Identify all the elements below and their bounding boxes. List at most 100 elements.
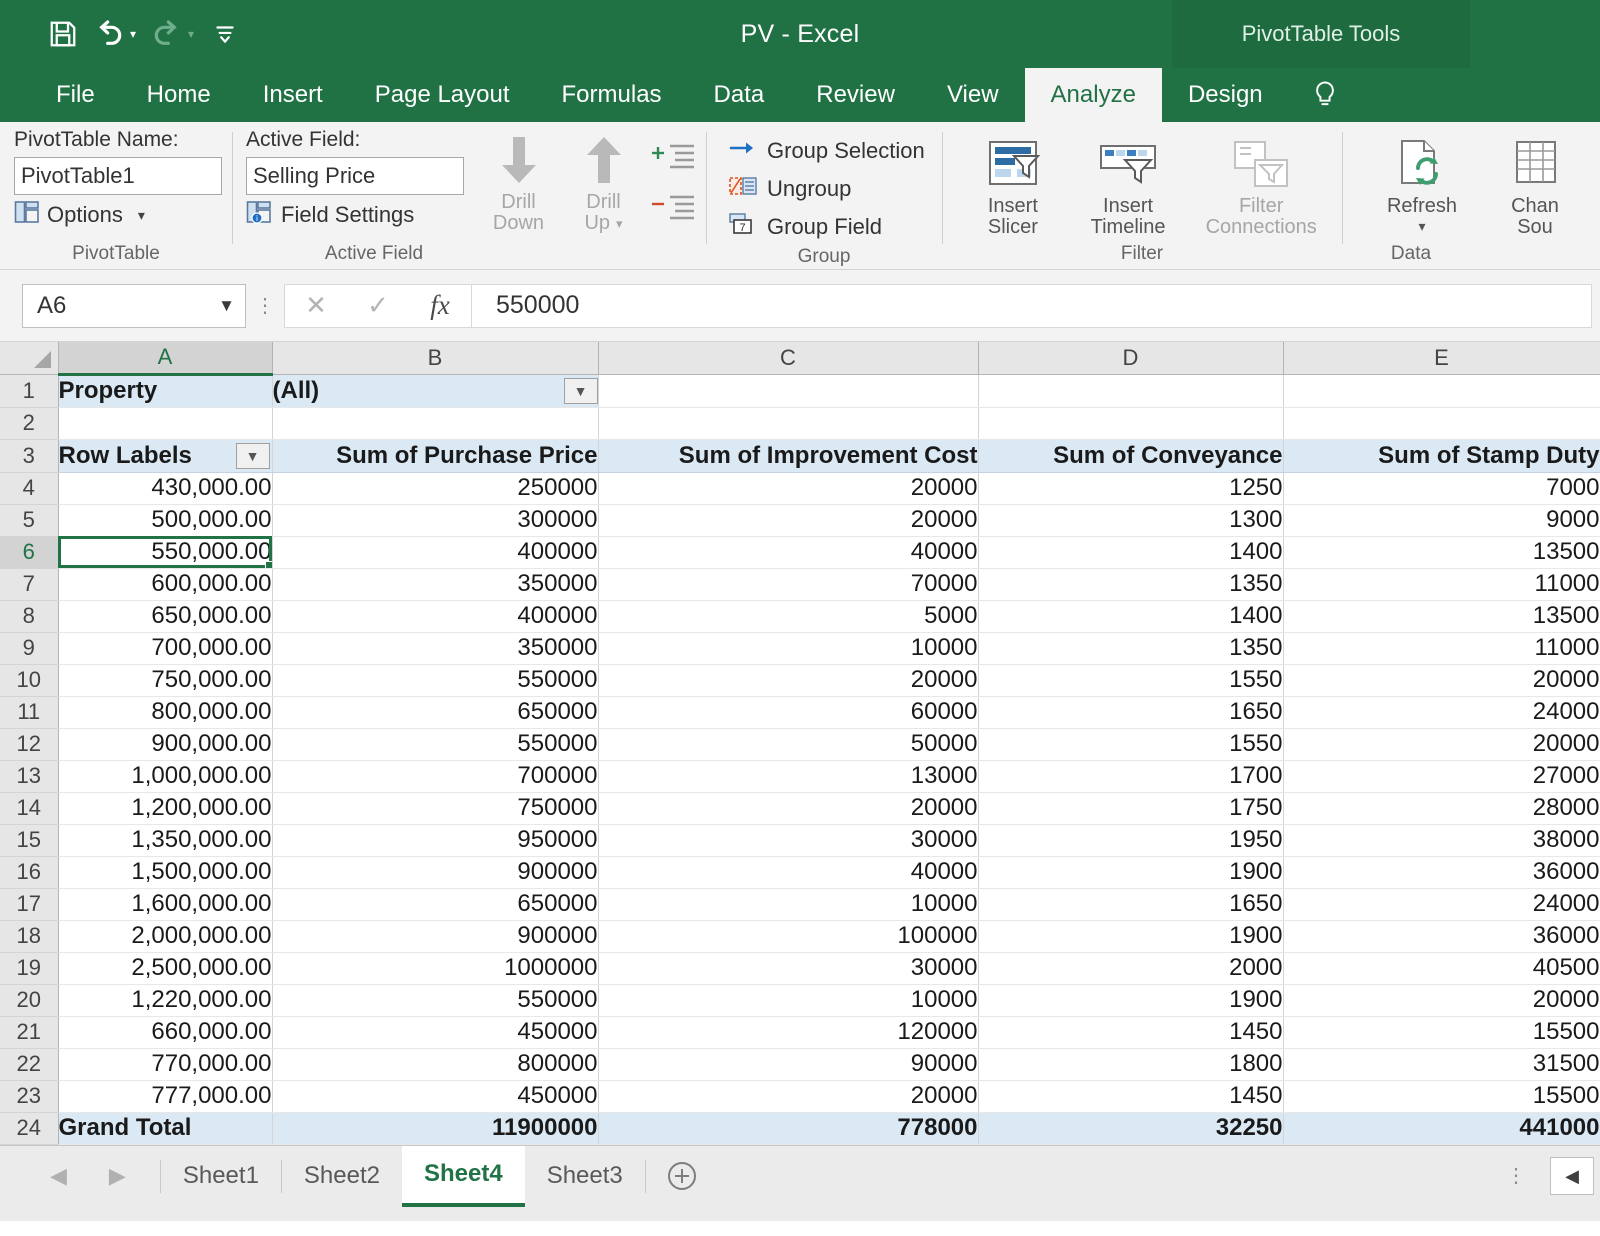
refresh-button[interactable]: Refresh ▾ — [1364, 132, 1480, 243]
cell-improvement-cost[interactable]: 10000 — [598, 632, 979, 665]
cell-row-label[interactable]: 777,000.00 — [58, 1080, 273, 1113]
cell-stamp-duty[interactable]: 13500 — [1283, 536, 1600, 569]
cell-stamp-duty[interactable]: 24000 — [1283, 696, 1600, 729]
cell-improvement-cost[interactable]: 5000 — [598, 600, 979, 633]
cell-row-label[interactable]: 1,350,000.00 — [58, 824, 273, 857]
cell-e1[interactable] — [1283, 374, 1600, 408]
column-header-d[interactable]: D — [978, 342, 1284, 375]
cell-row-label[interactable]: 1,500,000.00 — [58, 856, 273, 889]
cell-stamp-duty[interactable]: 15500 — [1283, 1080, 1600, 1113]
row-header-20[interactable]: 20 — [0, 984, 59, 1017]
cell-stamp-duty[interactable]: 36000 — [1283, 920, 1600, 953]
cell-conveyance[interactable]: 1650 — [978, 696, 1284, 729]
undo-icon[interactable] — [88, 13, 130, 55]
refresh-dropdown-caret[interactable]: ▾ — [1418, 219, 1425, 234]
row-header-21[interactable]: 21 — [0, 1016, 59, 1049]
cell-row-label[interactable]: 660,000.00 — [58, 1016, 273, 1049]
tab-review[interactable]: Review — [790, 68, 921, 122]
row-header-19[interactable]: 19 — [0, 952, 59, 985]
close-icon[interactable]: ✕ — [285, 290, 347, 321]
cell-improvement-cost[interactable]: 70000 — [598, 568, 979, 601]
cell-stamp-duty[interactable]: 40500 — [1283, 952, 1600, 985]
row-header-23[interactable]: 23 — [0, 1080, 59, 1113]
cell-row-label[interactable]: 900,000.00 — [58, 728, 273, 761]
cell-improvement-cost[interactable]: 20000 — [598, 792, 979, 825]
cell-row-label-selected[interactable]: 550,000.00 — [58, 536, 273, 569]
cell-conveyance[interactable]: 1400 — [978, 600, 1284, 633]
cell-improvement-cost[interactable]: 40000 — [598, 856, 979, 889]
cell-stamp-duty[interactable]: 36000 — [1283, 856, 1600, 889]
tab-analyze[interactable]: Analyze — [1024, 68, 1162, 122]
cell-stamp-duty[interactable]: 13500 — [1283, 600, 1600, 633]
row-header-18[interactable]: 18 — [0, 920, 59, 953]
insert-slicer-button[interactable]: Insert Slicer — [960, 132, 1066, 243]
cell-improvement-cost[interactable]: 20000 — [598, 1080, 979, 1113]
cell-e3-header[interactable]: Sum of Stamp Duty — [1283, 439, 1600, 473]
cell-stamp-duty[interactable]: 31500 — [1283, 1048, 1600, 1081]
cell-row-label[interactable]: 500,000.00 — [58, 504, 273, 537]
sheet-tab-sheet3[interactable]: Sheet3 — [525, 1146, 645, 1207]
group-field-button[interactable]: 7 Group Field — [728, 208, 932, 246]
collapse-field-icon[interactable] — [650, 193, 696, 230]
cell-purchase-price[interactable]: 650000 — [272, 888, 599, 921]
cell-conveyance[interactable]: 1450 — [978, 1080, 1284, 1113]
cell-conveyance[interactable]: 1900 — [978, 856, 1284, 889]
cell-b2[interactable] — [272, 407, 599, 440]
cell-d2[interactable] — [978, 407, 1284, 440]
undo-dropdown-caret[interactable]: ▾ — [130, 28, 136, 40]
save-icon[interactable] — [42, 13, 84, 55]
lightbulb-icon[interactable] — [1297, 68, 1353, 122]
cell-d3-header[interactable]: Sum of Conveyance — [978, 439, 1284, 473]
cell-conveyance[interactable]: 1250 — [978, 472, 1284, 505]
customize-qat-icon[interactable] — [204, 13, 246, 55]
cell-row-label[interactable]: 1,220,000.00 — [58, 984, 273, 1017]
active-field-input[interactable]: Selling Price — [246, 157, 464, 195]
cell-grand-total-stamp[interactable]: 441000 — [1283, 1111, 1600, 1145]
cell-conveyance[interactable]: 1900 — [978, 984, 1284, 1017]
plus-circle-icon[interactable] — [646, 1146, 718, 1207]
row-header-15[interactable]: 15 — [0, 824, 59, 857]
pivottable-name-input[interactable]: PivotTable1 — [14, 157, 222, 195]
cell-a2[interactable] — [58, 407, 273, 440]
row-header-5[interactable]: 5 — [0, 504, 59, 537]
row-header-14[interactable]: 14 — [0, 792, 59, 825]
cell-conveyance[interactable]: 1900 — [978, 920, 1284, 953]
cell-purchase-price[interactable]: 900000 — [272, 856, 599, 889]
cell-conveyance[interactable]: 1700 — [978, 760, 1284, 793]
triangle-left-icon[interactable]: ◀ — [1550, 1157, 1594, 1195]
cell-conveyance[interactable]: 1350 — [978, 632, 1284, 665]
cell-improvement-cost[interactable]: 40000 — [598, 536, 979, 569]
cell-c1[interactable] — [598, 374, 979, 408]
cell-row-label[interactable]: 770,000.00 — [58, 1048, 273, 1081]
cell-d1[interactable] — [978, 374, 1284, 408]
cell-purchase-price[interactable]: 450000 — [272, 1080, 599, 1113]
column-header-c[interactable]: C — [598, 342, 979, 375]
row-header-11[interactable]: 11 — [0, 696, 59, 729]
column-header-a[interactable]: A — [58, 342, 273, 376]
change-data-source-button[interactable]: Chan Sou — [1480, 132, 1590, 243]
cell-conveyance[interactable]: 1400 — [978, 536, 1284, 569]
cell-purchase-price[interactable]: 750000 — [272, 792, 599, 825]
cell-stamp-duty[interactable]: 27000 — [1283, 760, 1600, 793]
cell-improvement-cost[interactable]: 60000 — [598, 696, 979, 729]
cell-c3-header[interactable]: Sum of Improvement Cost — [598, 439, 979, 473]
cell-purchase-price[interactable]: 900000 — [272, 920, 599, 953]
group-selection-button[interactable]: Group Selection — [728, 132, 932, 170]
tab-insert[interactable]: Insert — [237, 68, 349, 122]
cell-purchase-price[interactable]: 700000 — [272, 760, 599, 793]
cell-conveyance[interactable]: 1450 — [978, 1016, 1284, 1049]
cell-stamp-duty[interactable]: 28000 — [1283, 792, 1600, 825]
cell-purchase-price[interactable]: 550000 — [272, 664, 599, 697]
cell-purchase-price[interactable]: 350000 — [272, 568, 599, 601]
tab-design[interactable]: Design — [1162, 68, 1289, 122]
row-header-13[interactable]: 13 — [0, 760, 59, 793]
row-header-17[interactable]: 17 — [0, 888, 59, 921]
cell-improvement-cost[interactable]: 50000 — [598, 728, 979, 761]
cell-purchase-price[interactable]: 450000 — [272, 1016, 599, 1049]
column-header-b[interactable]: B — [272, 342, 599, 375]
cell-purchase-price[interactable]: 650000 — [272, 696, 599, 729]
cell-row-label[interactable]: 2,500,000.00 — [58, 952, 273, 985]
cell-purchase-price[interactable]: 1000000 — [272, 952, 599, 985]
row-header-8[interactable]: 8 — [0, 600, 59, 633]
cell-grand-total-label[interactable]: Grand Total — [58, 1111, 273, 1145]
